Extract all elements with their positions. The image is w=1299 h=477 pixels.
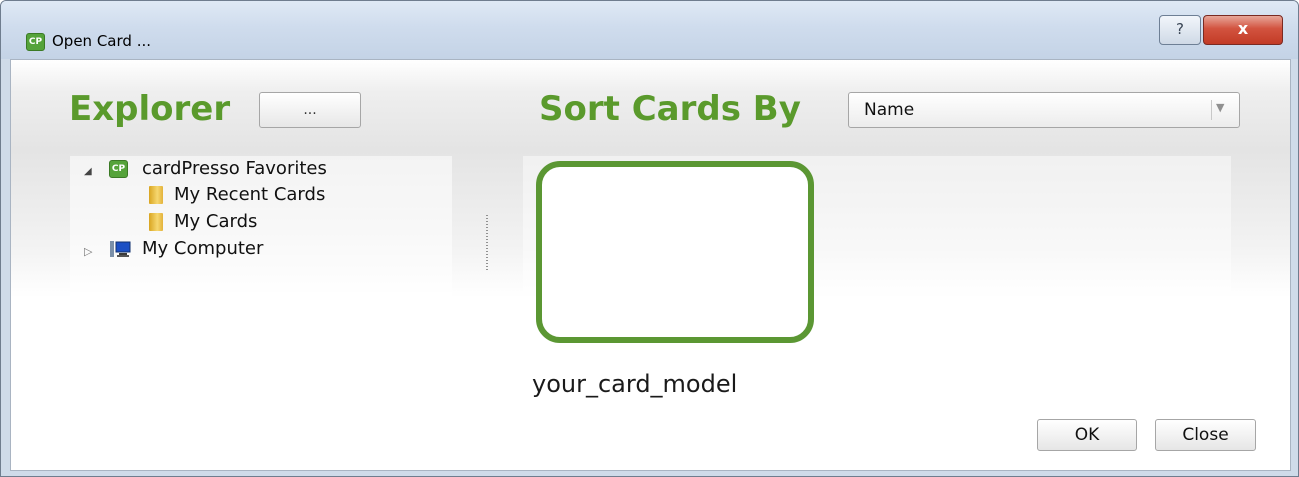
title-bar[interactable]: CP Open Card ... ? x: [1, 1, 1298, 59]
tree-item-my-recent-cards[interactable]: My Recent Cards: [174, 184, 325, 205]
panel-splitter[interactable]: [485, 214, 489, 270]
computer-icon: [110, 241, 131, 257]
cardpresso-icon: CP: [109, 160, 128, 178]
help-button[interactable]: ?: [1159, 15, 1201, 45]
expanded-triangle-icon[interactable]: ◢: [84, 166, 92, 177]
card-name-label: your_card_model: [532, 370, 738, 398]
sort-dropdown[interactable]: Name ▼: [848, 92, 1240, 128]
close-button[interactable]: Close: [1155, 419, 1256, 451]
chevron-down-icon[interactable]: ▼: [1216, 101, 1224, 114]
folder-icon: [149, 213, 163, 231]
tree-item-my-cards[interactable]: My Cards: [174, 211, 257, 232]
explorer-tree: ◢ CP cardPresso Favorites My Recent Card…: [70, 156, 452, 408]
card-thumbnail[interactable]: [536, 161, 814, 343]
tree-item-cardpresso-favorites[interactable]: cardPresso Favorites: [142, 158, 327, 179]
dialog-content: Explorer ... Sort Cards By Name ▼ ◢ CP c…: [10, 59, 1291, 471]
collapsed-triangle-icon[interactable]: ▷: [84, 245, 92, 258]
explorer-heading: Explorer: [69, 89, 231, 129]
folder-icon: [149, 186, 163, 204]
sort-selected-value: Name: [864, 100, 915, 120]
tree-item-my-computer[interactable]: My Computer: [142, 238, 263, 259]
sort-cards-heading: Sort Cards By: [539, 89, 801, 129]
browse-button[interactable]: ...: [259, 92, 361, 128]
open-card-dialog: CP Open Card ... ? x Explorer ... Sort C…: [0, 0, 1299, 477]
window-close-button[interactable]: x: [1203, 15, 1283, 45]
ok-button[interactable]: OK: [1037, 419, 1137, 451]
window-title: Open Card ...: [52, 32, 151, 50]
dropdown-divider: [1211, 100, 1212, 120]
cardpresso-app-icon: CP: [26, 33, 45, 51]
